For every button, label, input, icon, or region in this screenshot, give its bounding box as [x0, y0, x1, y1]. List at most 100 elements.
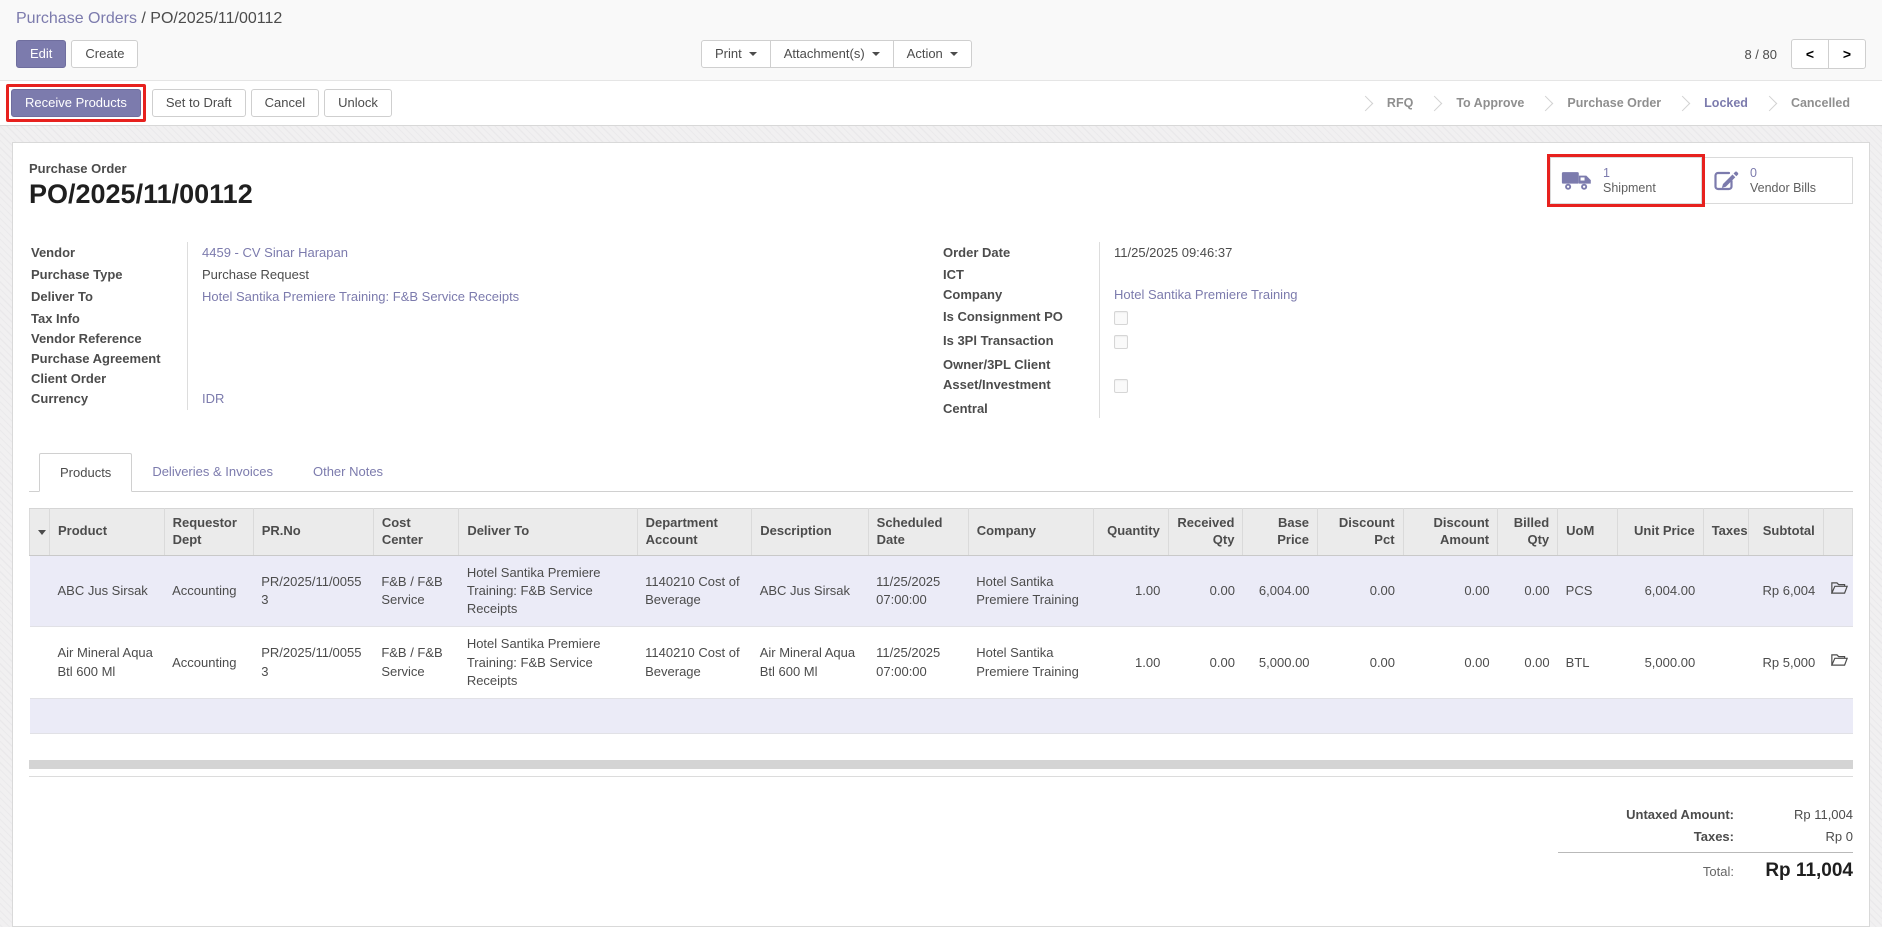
tab-products[interactable]: Products	[39, 453, 132, 492]
column-header-quantity[interactable]: Quantity	[1094, 509, 1169, 556]
cell-taxes	[1703, 555, 1748, 627]
currency-field-value[interactable]: IDR	[202, 391, 224, 406]
field-group-left: Vendor 4459 - CV Sinar Harapan Purchase …	[29, 242, 941, 418]
print-dropdown-button[interactable]: Print	[701, 40, 771, 69]
column-header-discount-pct[interactable]: Discount Pct	[1318, 509, 1404, 556]
currency-field-label: Currency	[29, 388, 187, 410]
column-header-uom[interactable]: UoM	[1558, 509, 1618, 556]
cell-deliver-to: Hotel Santika Premiere Training: F&B Ser…	[459, 627, 637, 699]
column-header-description[interactable]: Description	[752, 509, 868, 556]
action-dropdown-group: Print Attachment(s) Action	[701, 40, 972, 69]
vendor-bills-smart-button[interactable]: 0 Vendor Bills	[1701, 157, 1853, 204]
status-step-purchase-order[interactable]: Purchase Order	[1551, 96, 1677, 110]
open-folder-icon[interactable]	[1831, 653, 1848, 667]
purchase-agreement-field-label: Purchase Agreement	[29, 348, 187, 368]
vendor-bills-label: Vendor Bills	[1750, 181, 1816, 196]
asset-investment-field-label: Asset/Investment	[941, 374, 1099, 398]
cell-discount-pct: 0.00	[1318, 555, 1404, 627]
status-step-rfq[interactable]: RFQ	[1371, 96, 1429, 110]
status-step-cancelled[interactable]: Cancelled	[1775, 96, 1866, 110]
caret-down-icon	[950, 52, 958, 56]
untaxed-amount-value: Rp 11,004	[1748, 807, 1853, 822]
column-header-unit-price[interactable]: Unit Price	[1618, 509, 1704, 556]
vendor-field-value[interactable]: 4459 - CV Sinar Harapan	[202, 245, 348, 260]
receive-products-button[interactable]: Receive Products	[11, 89, 141, 118]
control-panel: Purchase Orders / PO/2025/11/00112 Edit …	[0, 0, 1882, 80]
column-header-billed-qty[interactable]: Billed Qty	[1498, 509, 1558, 556]
cell-quantity: 1.00	[1094, 627, 1169, 699]
is-3pl-transaction-checkbox[interactable]	[1114, 335, 1128, 349]
truck-icon	[1561, 169, 1593, 193]
cell-company: Hotel Santika Premiere Training	[968, 627, 1094, 699]
action-dropdown-button[interactable]: Action	[893, 40, 972, 69]
column-header-discount-amount[interactable]: Discount Amount	[1403, 509, 1498, 556]
is-consignment-po-checkbox[interactable]	[1114, 311, 1128, 325]
status-step-to-approve[interactable]: To Approve	[1440, 96, 1540, 110]
purchase-type-field-value: Purchase Request	[202, 267, 309, 282]
cell-pr-no: PR/2025/11/00553	[253, 555, 373, 627]
column-header-deliver-to[interactable]: Deliver To	[459, 509, 637, 556]
column-header-department-account[interactable]: Department Account	[637, 509, 752, 556]
cell-product: ABC Jus Sirsak	[50, 555, 165, 627]
tab-other-notes[interactable]: Other Notes	[293, 453, 403, 492]
column-header-cost-center[interactable]: Cost Center	[373, 509, 459, 556]
caret-down-icon[interactable]	[38, 530, 46, 535]
central-field-label: Central	[941, 398, 1099, 418]
column-header-taxes[interactable]: Taxes	[1703, 509, 1748, 556]
pager-previous-button[interactable]: <	[1791, 39, 1829, 69]
cell-unit-price: 6,004.00	[1618, 555, 1704, 627]
set-to-draft-button[interactable]: Set to Draft	[152, 89, 246, 118]
breadcrumb-parent-link[interactable]: Purchase Orders	[16, 10, 137, 27]
chevron-left-icon: <	[1806, 46, 1814, 62]
column-header-product[interactable]: Product	[50, 509, 165, 556]
cell-received-qty: 0.00	[1168, 627, 1243, 699]
pager-next-button[interactable]: >	[1828, 39, 1866, 69]
column-header-company[interactable]: Company	[968, 509, 1094, 556]
column-header-requestor-dept[interactable]: Requestor Dept	[164, 509, 253, 556]
column-header-scheduled-date[interactable]: Scheduled Date	[868, 509, 968, 556]
cell-subtotal: Rp 5,000	[1749, 627, 1824, 699]
cell-cost-center: F&B / F&B Service	[373, 627, 459, 699]
status-step-locked[interactable]: Locked	[1688, 96, 1764, 110]
create-button[interactable]: Create	[71, 40, 138, 69]
shipment-smart-button[interactable]: 1 Shipment	[1550, 157, 1702, 204]
breadcrumb-separator: /	[141, 10, 150, 27]
edit-button[interactable]: Edit	[16, 40, 66, 69]
column-header-base-price[interactable]: Base Price	[1243, 509, 1318, 556]
column-header-subtotal[interactable]: Subtotal	[1749, 509, 1824, 556]
taxes-value: Rp 0	[1748, 829, 1853, 844]
pager: 8 / 80 < >	[1744, 39, 1866, 69]
unlock-button[interactable]: Unlock	[324, 89, 392, 118]
cancel-button[interactable]: Cancel	[251, 89, 319, 118]
page-title: PO/2025/11/00112	[29, 179, 253, 210]
cell-discount-amount: 0.00	[1403, 627, 1498, 699]
vendor-bills-count: 0	[1750, 166, 1816, 181]
table-row[interactable]: ABC Jus Sirsak Accounting PR/2025/11/005…	[30, 555, 1853, 627]
cell-base-price: 5,000.00	[1243, 627, 1318, 699]
section-divider	[29, 760, 1853, 769]
company-field-value[interactable]: Hotel Santika Premiere Training	[1114, 287, 1298, 302]
cell-scheduled-date: 11/25/2025 07:00:00	[868, 627, 968, 699]
purchase-type-field-label: Purchase Type	[29, 264, 187, 286]
pager-count[interactable]: 8 / 80	[1744, 47, 1777, 62]
column-header-received-qty[interactable]: Received Qty	[1168, 509, 1243, 556]
cell-quantity: 1.00	[1094, 555, 1169, 627]
tab-deliveries-invoices[interactable]: Deliveries & Invoices	[132, 453, 293, 492]
attachments-dropdown-button[interactable]: Attachment(s)	[770, 40, 894, 69]
cell-deliver-to: Hotel Santika Premiere Training: F&B Ser…	[459, 555, 637, 627]
order-lines-table: Product Requestor Dept PR.No Cost Center…	[29, 508, 1853, 734]
caret-down-icon	[872, 52, 880, 56]
total-value: Rp 11,004	[1748, 860, 1853, 882]
cell-taxes	[1703, 627, 1748, 699]
totals-footer: Untaxed Amount: Rp 11,004 Taxes: Rp 0 To…	[29, 803, 1853, 886]
table-row[interactable]: Air Mineral Aqua Btl 600 Ml Accounting P…	[30, 627, 1853, 699]
cell-uom: BTL	[1558, 627, 1618, 699]
deliver-to-field-value[interactable]: Hotel Santika Premiere Training: F&B Ser…	[202, 289, 519, 304]
cell-product: Air Mineral Aqua Btl 600 Ml	[50, 627, 165, 699]
is-consignment-po-field-label: Is Consignment PO	[941, 306, 1099, 330]
column-header-pr-no[interactable]: PR.No	[253, 509, 373, 556]
smart-button-group: 1 Shipment 0 Vendor Bills	[1551, 157, 1853, 204]
open-folder-icon[interactable]	[1831, 581, 1848, 595]
row-handle-cell	[30, 555, 50, 627]
asset-investment-checkbox[interactable]	[1114, 379, 1128, 393]
